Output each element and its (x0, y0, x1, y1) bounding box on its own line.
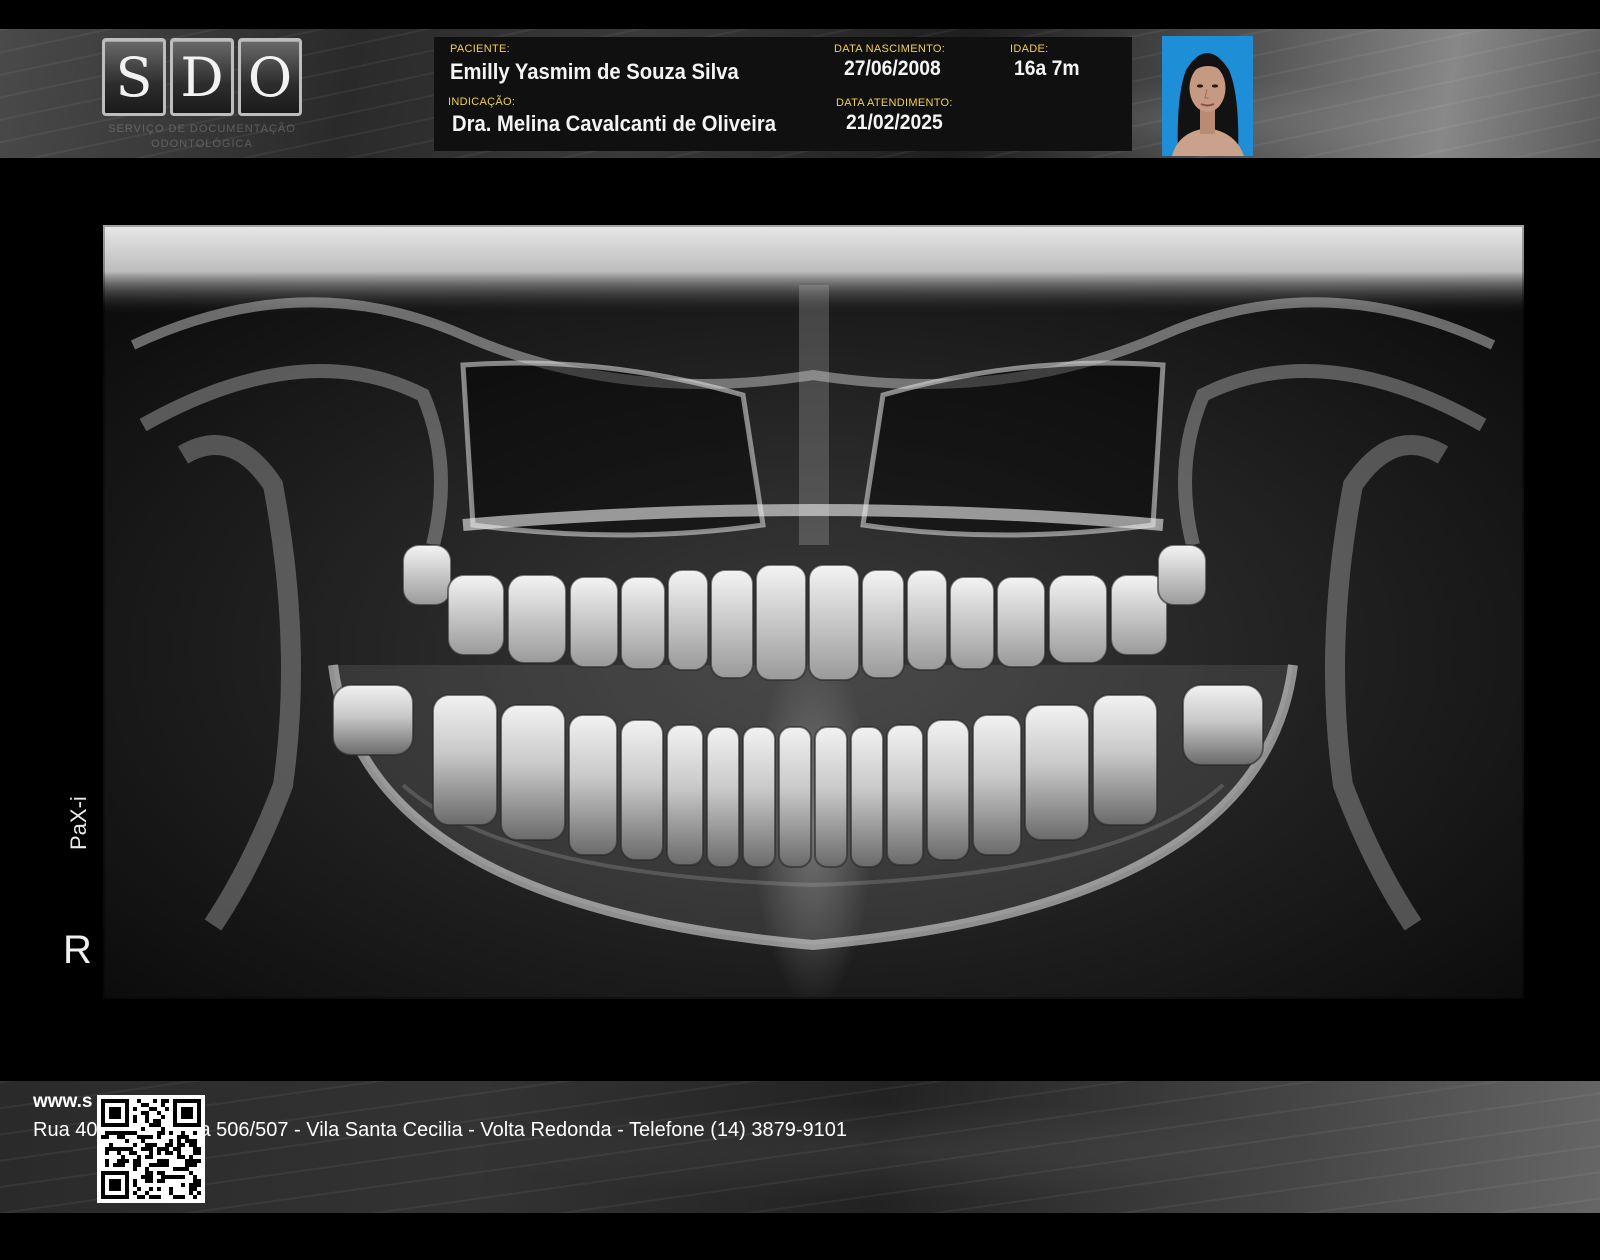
patient-name: Emilly Yasmim de Souza Silva (450, 59, 739, 84)
logo-letter-o: O (238, 38, 302, 116)
footer-band: www.s Rua 40 a 506/507 - Vila Santa Cecil… (0, 1081, 1600, 1213)
patient-info-panel: PACIENTE: Emilly Yasmim de Souza Silva D… (434, 37, 1132, 151)
referral-name: Dra. Melina Cavalcanti de Oliveira (452, 111, 776, 136)
qr-code[interactable] (97, 1095, 205, 1203)
panoramic-xray-graphic (103, 225, 1524, 999)
visit-date-label: DATA ATENDIMENTO: (836, 97, 953, 109)
header-band: S D O SERVIÇO DE DOCUMENTAÇÃO ODONTOLÓGI… (0, 29, 1600, 158)
patient-photo (1162, 36, 1253, 156)
device-label: PaX-i (66, 796, 91, 850)
birth-date: 27/06/2008 (844, 57, 941, 80)
side-marker-r: R (63, 928, 92, 972)
footer-address-rest: a 506/507 - Vila Santa Cecilia - Volta R… (199, 1119, 847, 1141)
age-label: IDADE: (1010, 43, 1049, 55)
referral-label: INDICAÇÃO: (448, 96, 516, 108)
logo-subtitle-line2: ODONTOLÓGICA (151, 138, 253, 150)
patient-name-label: PACIENTE: (450, 43, 510, 55)
footer-address-prefix: Rua 40 (33, 1119, 98, 1141)
logo-letter-d: D (170, 38, 234, 116)
logo-letters: S D O (102, 38, 302, 116)
logo-letter-s: S (102, 38, 166, 116)
panoramic-xray (103, 225, 1524, 999)
qr-code-graphic (101, 1099, 201, 1199)
patient-portrait (1162, 36, 1253, 156)
sdo-logo: S D O SERVIÇO DE DOCUMENTAÇÃO ODONTOLÓGI… (102, 38, 302, 158)
logo-subtitle: SERVIÇO DE DOCUMENTAÇÃO ODONTOLÓGICA (102, 122, 302, 152)
logo-subtitle-line1: SERVIÇO DE DOCUMENTAÇÃO (108, 123, 296, 135)
birth-date-label: DATA NASCIMENTO: (834, 43, 946, 55)
footer-website[interactable]: www.s (33, 1091, 92, 1113)
visit-date: 21/02/2025 (846, 111, 943, 134)
age-value: 16a 7m (1014, 57, 1080, 80)
